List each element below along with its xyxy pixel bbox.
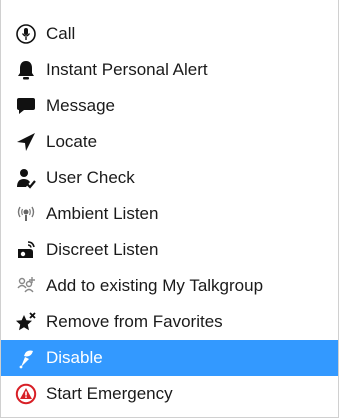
menu-item-label: Disable xyxy=(46,348,103,367)
menu-item-label: Remove from Favorites xyxy=(46,312,223,331)
menu-item-label: Message xyxy=(46,96,115,115)
context-menu: Call Instant Personal Alert Message Loca… xyxy=(0,0,339,418)
menu-item-label: User Check xyxy=(46,168,135,187)
menu-item-label: Start Emergency xyxy=(46,384,173,403)
menu-item-label: Instant Personal Alert xyxy=(46,60,208,79)
menu-item-disable[interactable]: Disable xyxy=(1,340,338,376)
menu-item-label: Discreet Listen xyxy=(46,240,159,259)
menu-item-label: Locate xyxy=(46,132,98,151)
menu-item-ambient-listen[interactable]: Ambient Listen xyxy=(1,196,338,232)
menu-item-label: Ambient Listen xyxy=(46,204,159,223)
menu-item-add-to-existing-my-talkgroup[interactable]: Add to existing My Talkgroup xyxy=(1,268,338,304)
locate-arrow-icon xyxy=(15,131,37,153)
menu-item-discreet-listen[interactable]: Discreet Listen xyxy=(1,232,338,268)
disable-icon xyxy=(15,347,37,369)
bell-icon xyxy=(15,59,37,81)
emergency-icon xyxy=(15,383,37,405)
add-talkgroup-icon xyxy=(15,275,37,297)
menu-item-start-emergency[interactable]: Start Emergency xyxy=(1,376,338,412)
menu-item-remove-from-favorites[interactable]: Remove from Favorites xyxy=(1,304,338,340)
menu-item-label: Add to existing My Talkgroup xyxy=(46,276,264,295)
message-icon xyxy=(15,95,37,117)
call-icon xyxy=(15,23,37,45)
ambient-listen-icon xyxy=(15,203,37,225)
discreet-listen-icon xyxy=(15,239,37,261)
menu-item-call[interactable]: Call xyxy=(1,16,338,52)
menu-item-label: Call xyxy=(46,24,76,43)
remove-favorite-star-icon xyxy=(15,311,37,333)
menu-item-message[interactable]: Message xyxy=(1,88,338,124)
menu-item-instant-personal-alert[interactable]: Instant Personal Alert xyxy=(1,52,338,88)
user-check-icon xyxy=(15,167,37,189)
menu-item-user-check[interactable]: User Check xyxy=(1,160,338,196)
menu-item-locate[interactable]: Locate xyxy=(1,124,338,160)
